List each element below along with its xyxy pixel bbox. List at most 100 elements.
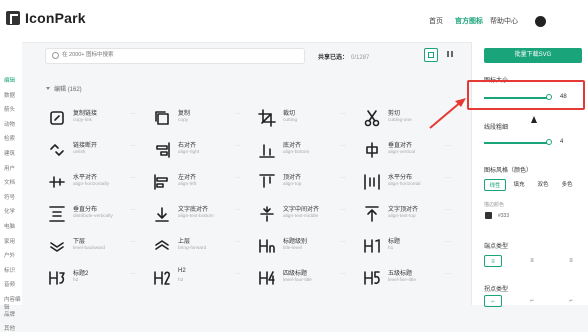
icon-card[interactable]: 顶对齐 align-top ··· [254,168,354,196]
nav-home[interactable]: 首页 [429,16,443,26]
more-icon[interactable]: ··· [445,271,451,277]
style-tab-multi-color[interactable]: 多色 [556,179,578,191]
category-item[interactable]: 标识 [4,266,15,274]
more-icon[interactable]: ··· [235,111,241,117]
icon-card[interactable]: 底对齐 align-bottom ··· [254,136,354,164]
more-icon[interactable]: ··· [235,207,241,213]
icon-card[interactable]: 标题 h1 ··· [359,232,459,260]
style-tab-outline[interactable]: 线性 [484,179,506,191]
category-item[interactable]: 家用 [4,237,15,245]
category-item[interactable]: 品牌 [4,310,15,318]
more-icon[interactable]: ··· [235,271,241,277]
list-view-button[interactable] [444,48,456,60]
icon-name: 标题 [388,239,401,245]
icon-en-name: align-bottom [283,150,310,155]
corner-bevel-icon[interactable]: ⌐ [562,295,580,307]
more-icon[interactable]: ··· [445,143,451,149]
icon-card[interactable]: 剪切 cutting-one ··· [359,104,459,132]
category-item[interactable]: 箭头 [4,105,15,113]
icon-card[interactable]: H2 h2 ··· [149,264,249,292]
icon-card[interactable]: 垂直分布 distribute-vertically ··· [44,200,144,228]
github-icon[interactable] [535,16,546,27]
icon-card[interactable]: 四级标题 level-four-title ··· [254,264,354,292]
more-icon[interactable]: ··· [130,143,136,149]
logo[interactable]: IconPark [6,10,86,26]
section-title[interactable]: 编辑 (162) [46,84,82,93]
category-item[interactable]: 其他 [4,324,15,332]
icon-card[interactable]: 下层 level-backward ··· [44,232,144,260]
icon-card[interactable]: 右对齐 align-right ··· [149,136,249,164]
search-input[interactable] [62,50,292,60]
icon-card[interactable]: 复制链接 copy-link ··· [44,104,144,132]
category-item[interactable]: 文档 [4,178,15,186]
nav-official-icons[interactable]: 官方图标 [455,16,483,26]
more-icon[interactable]: ··· [340,239,346,245]
more-icon[interactable]: ··· [340,143,346,149]
stroke-width-fill [484,142,549,144]
icon-card[interactable]: 水平分布 align-horizontal ··· [359,168,459,196]
more-icon[interactable]: ··· [340,111,346,117]
more-icon[interactable]: ··· [340,207,346,213]
category-item[interactable]: 数据 [4,91,15,99]
icon-card[interactable]: 垂直对齐 align-vertical ··· [359,136,459,164]
endpoint-round-icon[interactable]: ≡ [484,255,502,267]
category-item[interactable]: 音频 [4,280,15,288]
more-icon[interactable]: ··· [445,175,451,181]
logo-text: IconPark [25,10,86,26]
search-box[interactable] [45,48,305,64]
more-icon[interactable]: ··· [445,111,451,117]
stroke-width-knob[interactable] [546,139,552,145]
category-item[interactable]: 电脑 [4,222,15,230]
style-tab-filled[interactable]: 填充 [508,179,530,191]
icon-card[interactable]: 五级标题 level-five-title ··· [359,264,459,292]
icon-name: 水平分布 [388,175,413,181]
corner-miter-icon[interactable]: ⌐ [523,295,541,307]
category-item[interactable]: 动物 [4,120,15,128]
more-icon[interactable]: ··· [130,111,136,117]
send-backward-icon [48,237,66,255]
more-icon[interactable]: ··· [130,239,136,245]
icon-card[interactable]: 复制 copy ··· [149,104,249,132]
stroke-width-slider[interactable] [484,139,552,145]
category-item[interactable]: 户外 [4,251,15,259]
more-icon[interactable]: ··· [235,175,241,181]
endpoint-square-icon[interactable]: ≡ [523,255,541,267]
category-item[interactable]: 用户 [4,164,15,172]
icon-card[interactable]: 水平对齐 align-horizontally ··· [44,168,144,196]
icon-en-name: copy [178,118,189,123]
download-svg-button[interactable]: 批量下载SVG [484,48,582,63]
more-icon[interactable]: ··· [235,143,241,149]
more-icon[interactable]: ··· [130,271,136,277]
stroke-color-swatch[interactable] [485,212,492,219]
more-icon[interactable]: ··· [340,175,346,181]
icon-card[interactable]: 文字底对齐 align-text-bottom ··· [149,200,249,228]
icon-card[interactable]: 裁切 cutting ··· [254,104,354,132]
category-item[interactable]: 检索 [4,134,15,142]
icon-card[interactable]: 标题级别 title-level ··· [254,232,354,260]
more-icon[interactable]: ··· [340,271,346,277]
icon-name: 复制 [178,111,191,117]
endpoint-butt-icon[interactable]: ≡ [562,255,580,267]
icon-card[interactable]: 文字顶对齐 align-text-top ··· [359,200,459,228]
more-icon[interactable]: ··· [445,207,451,213]
more-icon[interactable]: ··· [445,239,451,245]
category-item[interactable]: 建筑 [4,149,15,157]
more-icon[interactable]: ··· [235,239,241,245]
grid-view-button[interactable] [424,48,438,62]
icon-en-name: copy-link [73,118,92,123]
corner-round-icon[interactable]: ⌐ [484,295,502,307]
nav-help-center[interactable]: 帮助中心 [490,16,518,26]
style-tab-two-tone[interactable]: 双色 [532,179,554,191]
category-item[interactable]: 内容编辑 [4,295,22,311]
category-item[interactable]: 符号 [4,193,15,201]
category-item[interactable]: 化学 [4,207,15,215]
more-icon[interactable]: ··· [130,207,136,213]
icon-card[interactable]: 上层 bring-forward ··· [149,232,249,260]
icon-card[interactable]: 左对齐 align-left ··· [149,168,249,196]
icon-card[interactable]: 链接断开 unlink ··· [44,136,144,164]
more-icon[interactable]: ··· [130,175,136,181]
icon-en-name: align-text-top [388,214,416,219]
icon-card[interactable]: 标题2 h2 ··· [44,264,144,292]
category-item[interactable]: 编辑 [4,76,15,84]
icon-card[interactable]: 文字中间对齐 align-text-middle ··· [254,200,354,228]
